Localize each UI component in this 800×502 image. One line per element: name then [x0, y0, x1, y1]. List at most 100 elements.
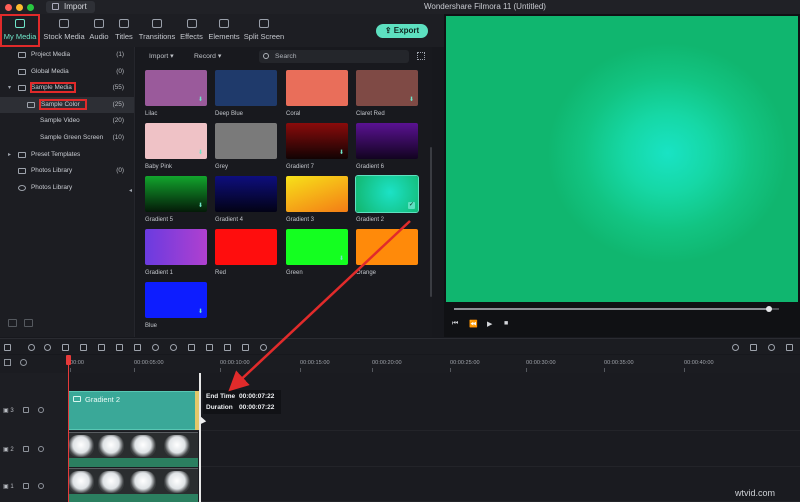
sidebar-item-sample-color[interactable]: Sample Color (25)	[0, 96, 134, 114]
sidebar-item-sample-video[interactable]: Sample Video (20)	[0, 113, 134, 130]
timeline-ruler[interactable]: 00:00 00:00:05:00 00:00:10:00 00:00:15:00 00…	[0, 355, 800, 373]
color-tile[interactable]	[356, 229, 418, 265]
color-tile[interactable]	[145, 229, 207, 265]
grid-view-icon[interactable]	[417, 52, 425, 60]
color-tile[interactable]: ✓	[355, 175, 419, 213]
video-clip-track-2[interactable]	[68, 432, 198, 467]
sidebar-item-label: Preset Templates	[31, 150, 81, 158]
sidebar-item-photos-library[interactable]: Photos Library (0)	[0, 163, 134, 180]
tab-split-screen[interactable]: Split Screen	[243, 14, 285, 47]
color-icon[interactable]	[134, 344, 141, 351]
collapse-sidebar-icon[interactable]: ◂	[129, 187, 132, 194]
layout-icon[interactable]	[4, 344, 11, 351]
progress-knob[interactable]	[766, 306, 772, 312]
color-tile[interactable]: ⬇	[145, 70, 207, 106]
eye-icon[interactable]	[38, 446, 44, 452]
color-tile[interactable]	[215, 176, 277, 212]
timer-icon[interactable]	[170, 344, 177, 351]
gradient-clip[interactable]: Gradient 2	[68, 391, 198, 430]
tracking-icon[interactable]	[260, 344, 267, 351]
add-track-icon[interactable]	[4, 359, 11, 366]
chevron-right-icon[interactable]: ▸	[8, 147, 11, 164]
crop-icon[interactable]	[116, 344, 123, 351]
export-button[interactable]: ⇪ Export	[376, 24, 428, 38]
color-tile[interactable]: ⬇	[145, 282, 207, 318]
tab-effects[interactable]: Effects	[178, 14, 205, 47]
color-tile[interactable]: ⬇	[145, 176, 207, 212]
playhead-line[interactable]	[68, 363, 69, 502]
sidebar-item-sample-green-screen[interactable]: Sample Green Screen (10)	[0, 130, 134, 147]
record-dropdown[interactable]: Record ▾	[194, 52, 221, 60]
search-placeholder: Search	[275, 53, 297, 60]
search-input[interactable]: Search	[259, 50, 409, 63]
folder-icon[interactable]	[24, 319, 33, 327]
color-tile[interactable]	[286, 70, 348, 106]
snapshot-icon[interactable]	[750, 344, 757, 351]
media-scrollbar[interactable]	[430, 147, 432, 297]
color-tile[interactable]: ⬇	[286, 123, 348, 159]
color-tile[interactable]	[286, 176, 348, 212]
video-clip-track-1[interactable]	[68, 468, 198, 502]
download-icon[interactable]: ⬇	[409, 97, 414, 103]
download-icon[interactable]: ⬇	[198, 203, 203, 209]
redo-icon[interactable]	[44, 344, 51, 351]
tab-my-media[interactable]: My Media	[0, 14, 40, 47]
audio-mixer-icon[interactable]	[224, 344, 231, 351]
download-icon[interactable]: ⬇	[198, 97, 203, 103]
sidebar-item-preset-templates[interactable]: ▸ Preset Templates	[0, 147, 134, 164]
download-icon[interactable]: ⬇	[339, 150, 344, 156]
download-icon[interactable]: ⬇	[198, 309, 203, 315]
video-thumbnail	[164, 435, 190, 457]
transform-icon[interactable]	[188, 344, 195, 351]
color-tile-label: Blue	[145, 323, 158, 329]
tab-elements[interactable]: Elements	[207, 14, 241, 47]
stop-icon[interactable]: ■	[504, 320, 508, 327]
undo-icon[interactable]	[28, 344, 35, 351]
sidebar-item-project-media[interactable]: Project Media (1)	[0, 47, 134, 64]
color-tile[interactable]: ⬇	[145, 123, 207, 159]
microphone-icon[interactable]	[768, 344, 775, 351]
link-icon[interactable]	[20, 359, 27, 366]
render-icon[interactable]	[732, 344, 739, 351]
sidebar-item-count: (55)	[112, 84, 124, 92]
previous-frame-icon[interactable]: ⏮	[452, 320, 458, 328]
step-back-icon[interactable]: ⏪	[469, 320, 478, 328]
play-icon[interactable]: ▶	[487, 320, 492, 328]
color-tile[interactable]	[215, 229, 277, 265]
duration-label: Duration	[206, 404, 233, 411]
speed-icon[interactable]	[152, 344, 159, 351]
color-tile[interactable]: ⬇	[286, 229, 348, 265]
lock-icon[interactable]	[23, 407, 29, 413]
playback-progress[interactable]	[454, 306, 779, 312]
eye-icon[interactable]	[38, 483, 44, 489]
cut-icon[interactable]	[80, 344, 87, 351]
sidebar-item-photos-library-app[interactable]: Photos Library	[0, 180, 134, 197]
lock-icon[interactable]	[23, 446, 29, 452]
color-tile[interactable]	[215, 70, 277, 106]
app-title: Wondershare Filmora 11 (Untitled)	[0, 2, 800, 11]
color-tile-label: Claret Red	[356, 111, 385, 117]
keyframe-icon[interactable]	[242, 344, 249, 351]
video-thumbnail	[98, 471, 124, 493]
voiceover-icon[interactable]	[786, 344, 793, 351]
watermark: wtvid.com	[735, 488, 776, 498]
chevron-down-icon[interactable]: ▾	[8, 80, 11, 97]
lock-icon[interactable]	[23, 483, 29, 489]
eye-icon[interactable]	[38, 407, 44, 413]
mark-icon[interactable]	[98, 344, 105, 351]
tab-audio[interactable]: Audio	[88, 14, 110, 47]
download-icon[interactable]: ⬇	[198, 150, 203, 156]
sidebar-item-sample-media[interactable]: ▾ Sample Media (55)	[0, 80, 134, 97]
mask-icon[interactable]	[206, 344, 213, 351]
delete-icon[interactable]	[62, 344, 69, 351]
new-folder-icon[interactable]	[8, 319, 17, 327]
download-icon[interactable]: ⬇	[339, 256, 344, 262]
tab-stock-media[interactable]: Stock Media	[42, 14, 86, 47]
tab-transitions[interactable]: Transitions	[138, 14, 176, 47]
color-tile[interactable]	[215, 123, 277, 159]
tab-titles[interactable]: Titles	[112, 14, 136, 47]
sidebar-item-global-media[interactable]: Global Media (0)	[0, 64, 134, 81]
color-tile[interactable]	[356, 123, 418, 159]
color-tile[interactable]: ⬇	[356, 70, 418, 106]
import-dropdown[interactable]: Import ▾	[149, 52, 174, 60]
